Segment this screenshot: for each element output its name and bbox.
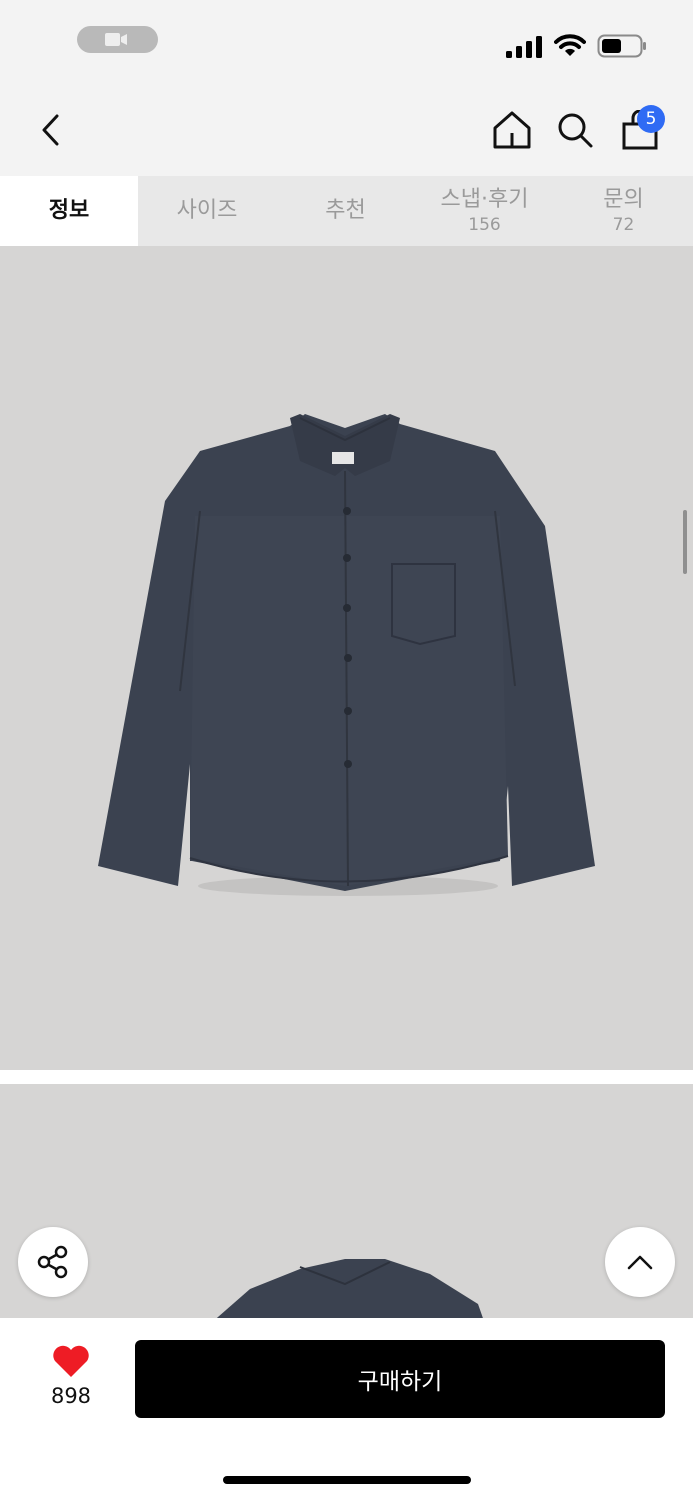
- tab-recommend[interactable]: 추천: [276, 176, 415, 246]
- status-bar: [0, 0, 693, 88]
- tab-label: 사이즈: [176, 198, 238, 223]
- tab-count: 72: [612, 215, 635, 235]
- chevron-up-icon: [627, 1255, 653, 1270]
- share-icon: [37, 1245, 68, 1279]
- tab-snap-review[interactable]: 스냅·후기 156: [415, 176, 554, 246]
- product-tabs: 정보 사이즈 추천 스냅·후기 156 문의 72: [0, 176, 693, 246]
- chevron-left-icon: [42, 114, 59, 146]
- top-navigation: [0, 88, 693, 176]
- like-count: 898: [50, 1384, 92, 1408]
- product-image-list[interactable]: [0, 246, 693, 1324]
- wifi-icon: [554, 34, 586, 56]
- share-button[interactable]: [18, 1227, 88, 1297]
- scrollbar-thumb[interactable]: [683, 510, 687, 574]
- shirt-illustration: [210, 1259, 485, 1324]
- signal-icon: [506, 36, 542, 58]
- tab-size[interactable]: 사이즈: [138, 176, 276, 246]
- tab-count: 156: [468, 215, 501, 235]
- battery-icon: [597, 34, 646, 58]
- cart-count-badge: 5: [637, 105, 665, 133]
- back-button[interactable]: [30, 108, 70, 152]
- shirt-illustration: [98, 414, 595, 896]
- buy-button[interactable]: 구매하기: [135, 1340, 665, 1418]
- tab-label: 스냅·후기: [440, 187, 529, 212]
- scroll-to-top-button[interactable]: [605, 1227, 675, 1297]
- product-image: [0, 246, 693, 1070]
- magnifier-icon: [558, 113, 593, 148]
- tab-label: 정보: [48, 198, 90, 223]
- home-button[interactable]: [490, 108, 534, 152]
- heart-icon: [53, 1345, 89, 1377]
- screen-record-indicator[interactable]: [77, 26, 158, 53]
- screen-record-icon: [105, 33, 127, 46]
- tab-info[interactable]: 정보: [0, 176, 138, 246]
- tab-label: 문의: [603, 187, 644, 212]
- search-button[interactable]: [553, 108, 597, 152]
- product-image: [0, 1084, 693, 1324]
- like-button[interactable]: 898: [40, 1344, 102, 1408]
- house-icon: [493, 111, 531, 149]
- tab-label: 추천: [325, 198, 366, 223]
- bottom-action-bar: 898 구매하기: [0, 1318, 693, 1500]
- home-indicator[interactable]: [223, 1476, 471, 1484]
- tab-inquiry[interactable]: 문의 72: [554, 176, 693, 246]
